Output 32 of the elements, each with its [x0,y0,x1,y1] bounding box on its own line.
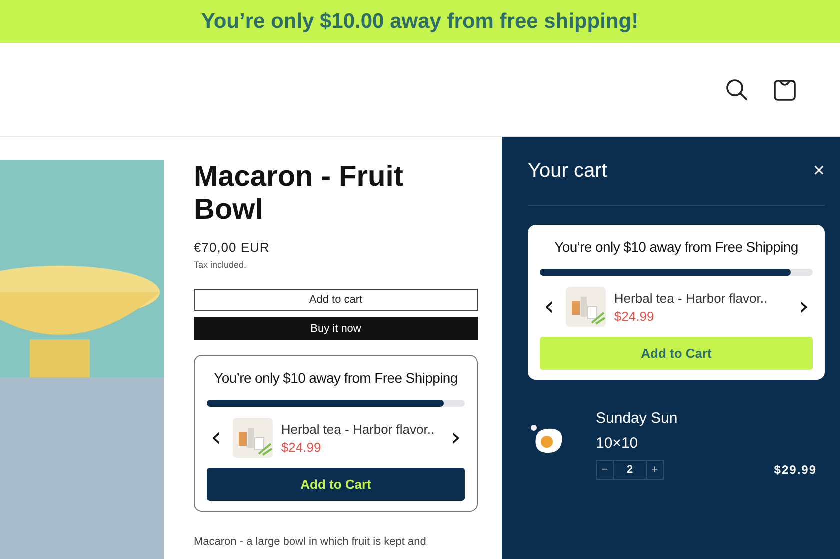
quantity-value: 2 [613,461,647,479]
announcement-text: You’re only $10.00 away from free shipping! [201,10,639,34]
product-price: $24.99 [281,440,322,454]
quantity-stepper[interactable]: − 2 + [596,460,664,480]
product-description: Macaron - a large bowl in which fruit is kept and [194,536,428,548]
product-thumbnail [566,287,606,327]
add-to-cart-button[interactable]: Add to Cart [207,468,465,501]
cart-title: Your cart [528,160,608,182]
upsell-heading: You’re only $10 away from Free Shipping [213,370,459,386]
product-title: Macaron - Fruit Bowl [194,161,404,227]
add-to-cart-button[interactable]: Add to Cart [540,337,813,370]
product-thumbnail [233,418,274,458]
buy-now-button[interactable]: Buy it now [194,317,478,340]
upsell-heading: You’re only $10 away from Free Shipping [554,239,800,255]
item-price: $29.99 [774,463,817,477]
next-button[interactable]: › [794,296,813,318]
previous-button[interactable]: ‹ [540,296,558,318]
product-name: Herbal tea - Harbor flavor.. [281,422,436,436]
next-button[interactable]: › [446,427,465,449]
product-price: €70,00 EUR [194,240,271,255]
increase-button[interactable]: + [647,461,663,479]
tax-note: Tax included. [194,260,248,270]
previous-button[interactable]: ‹ [207,427,226,449]
product-price: $24.99 [614,308,656,324]
product-name: Herbal tea - Harbor flavor.. [614,290,769,306]
item-variant: 10×10 [596,435,640,452]
decrease-button[interactable]: − [597,461,613,479]
close-button[interactable]: × [813,160,825,182]
item-name: Sunday Sun [596,410,679,427]
shopping-bag-icon[interactable] [773,78,797,102]
search-icon[interactable] [725,78,749,102]
add-to-cart-button[interactable]: Add to cart [194,289,478,312]
